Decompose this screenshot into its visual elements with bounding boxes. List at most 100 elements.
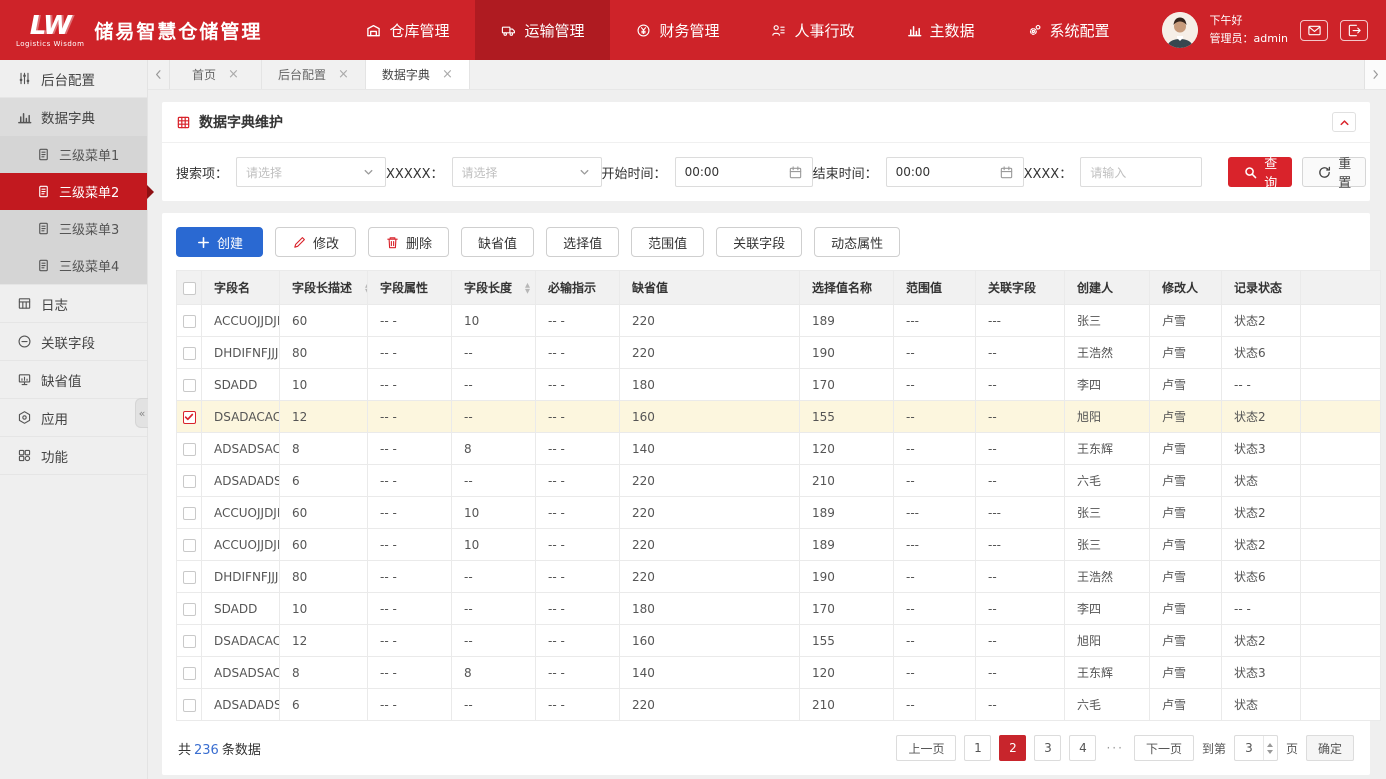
panel-collapse-button[interactable] [1332, 112, 1356, 132]
row-checkbox[interactable] [183, 539, 196, 552]
tab-2[interactable]: 数据字典× [366, 60, 470, 89]
column-header-1[interactable]: 字段长描述▲▼ [280, 271, 368, 305]
column-header-3[interactable]: 字段长度▲▼ [452, 271, 536, 305]
table-cell-filler [1301, 337, 1381, 369]
sidebar-item-3[interactable]: 关联字段 [0, 323, 147, 361]
row-checkbox[interactable] [183, 315, 196, 328]
table-cell: 10 [280, 593, 368, 625]
nav-item-1[interactable]: 运输管理 [475, 0, 610, 60]
table-row-0[interactable]: ACCUOJJDJN60-- -10-- -220189------张三卢雪状态… [177, 305, 1381, 337]
nav-item-3[interactable]: 人事行政 [745, 0, 880, 60]
filter-time-3[interactable]: 00:00 [886, 157, 1024, 187]
row-checkbox[interactable] [183, 411, 196, 424]
select-all-checkbox[interactable] [183, 282, 196, 295]
sidebar-item-6[interactable]: 功能 [0, 437, 147, 475]
tab-scroll-right[interactable] [1364, 60, 1386, 89]
row-checkbox[interactable] [183, 635, 196, 648]
mail-button[interactable] [1300, 20, 1328, 41]
tab-1[interactable]: 后台配置× [262, 60, 366, 89]
toolbar-button-6[interactable]: 关联字段 [716, 227, 802, 257]
filter-select-1[interactable]: 请选择 [452, 157, 602, 187]
table-row-10[interactable]: DSADACAC12-- ----- -160155----旭阳卢雪状态2 [177, 625, 1381, 657]
reset-button[interactable]: 重置 [1302, 157, 1366, 187]
table-cell: 10 [280, 369, 368, 401]
table-cell: 210 [800, 689, 894, 721]
sidebar-subitem-2[interactable]: 三级菜单3 [0, 210, 147, 247]
page-button-2[interactable]: 2 [999, 735, 1026, 761]
nav-item-5[interactable]: 系统配置 [1001, 0, 1136, 60]
sidebar-item-4[interactable]: 缺省值 [0, 361, 147, 399]
sidebar-item-2[interactable]: 日志 [0, 285, 147, 323]
page-button-4[interactable]: 4 [1069, 735, 1096, 761]
toolbar-button-7[interactable]: 动态属性 [814, 227, 900, 257]
toolbar-button-2[interactable]: 删除 [368, 227, 449, 257]
sidebar-collapse-handle[interactable]: « [135, 398, 148, 428]
sidebar-item-5[interactable]: 应用 [0, 399, 147, 437]
table-cell: 卢雪 [1150, 337, 1222, 369]
table-row-1[interactable]: DHDIFNFJJJ80-- ----- -220190----王浩然卢雪状态6 [177, 337, 1381, 369]
toolbar-button-5[interactable]: 范围值 [631, 227, 704, 257]
sidebar-subitem-3[interactable]: 三级菜单4 [0, 247, 147, 284]
prev-page-button[interactable]: 上一页 [896, 735, 956, 761]
sidebar-subitem-1[interactable]: 三级菜单2 [0, 173, 147, 210]
toolbar-button-4[interactable]: 选择值 [546, 227, 619, 257]
close-icon[interactable]: × [442, 68, 453, 81]
table-row-5[interactable]: ADSADADS6-- ----- -220210----六毛卢雪状态 [177, 465, 1381, 497]
filter-select-0[interactable]: 请选择 [236, 157, 386, 187]
search-button[interactable]: 查询 [1228, 157, 1292, 187]
close-icon[interactable]: × [228, 68, 239, 81]
row-checkbox[interactable] [183, 443, 196, 456]
nav-item-2[interactable]: 财务管理 [610, 0, 745, 60]
table-row-7[interactable]: ACCUOJJDJN60-- -10-- -220189------张三卢雪状态… [177, 529, 1381, 561]
table-row-4[interactable]: ADSADSAC8-- -8-- -140120----王东辉卢雪状态3 [177, 433, 1381, 465]
row-checkbox[interactable] [183, 571, 196, 584]
row-checkbox[interactable] [183, 667, 196, 680]
confirm-page-button[interactable]: 确定 [1306, 735, 1354, 761]
table-row-11[interactable]: ADSADSAC8-- -8-- -140120----王东辉卢雪状态3 [177, 657, 1381, 689]
table-row-6[interactable]: ACCUOJJDJN60-- -10-- -220189------张三卢雪状态… [177, 497, 1381, 529]
toolbar-button-1[interactable]: 修改 [275, 227, 356, 257]
tab-scroll-left[interactable] [148, 60, 170, 89]
table-cell: 六毛 [1065, 689, 1150, 721]
sidebar-item-1[interactable]: 数据字典 [0, 98, 147, 136]
filter-time-2[interactable]: 00:00 [675, 157, 813, 187]
table-cell: -- - [368, 529, 452, 561]
tab-0[interactable]: 首页× [170, 60, 262, 89]
page-button-3[interactable]: 3 [1034, 735, 1061, 761]
sidebar-subitem-0[interactable]: 三级菜单1 [0, 136, 147, 173]
goto-page-spinner[interactable]: 3 [1234, 735, 1278, 761]
filter-item-3: 结束时间：00:00 [813, 157, 1024, 187]
truck-icon [501, 23, 516, 38]
table-row-9[interactable]: SDADD10-- ----- -180170----李四卢雪-- - [177, 593, 1381, 625]
row-checkbox[interactable] [183, 475, 196, 488]
avatar[interactable] [1162, 12, 1198, 48]
tab-list: 首页×后台配置×数据字典× [170, 60, 470, 89]
table-cell: -- - [1222, 369, 1301, 401]
row-checkbox[interactable] [183, 379, 196, 392]
row-checkbox[interactable] [183, 699, 196, 712]
table-cell: -- - [536, 529, 620, 561]
page-button-1[interactable]: 1 [964, 735, 991, 761]
row-checkbox[interactable] [183, 347, 196, 360]
toolbar-button-0[interactable]: 创建 [176, 227, 263, 257]
table-cell: 220 [620, 529, 800, 561]
filter-input-4[interactable]: 请输入 [1080, 157, 1202, 187]
table-row-3[interactable]: DSADACAC12-- ----- -160155----旭阳卢雪状态2 [177, 401, 1381, 433]
nav-item-4[interactable]: 主数据 [881, 0, 1001, 60]
table-cell: 8 [452, 657, 536, 689]
close-icon[interactable]: × [338, 68, 349, 81]
sidebar-item-0[interactable]: 后台配置 [0, 60, 147, 98]
nav-item-0[interactable]: 仓库管理 [340, 0, 475, 60]
table-row-12[interactable]: ADSADADS6-- ----- -220210----六毛卢雪状态 [177, 689, 1381, 721]
sort-icon[interactable]: ▲▼ [525, 283, 530, 294]
row-checkbox[interactable] [183, 603, 196, 616]
apps-icon [17, 448, 32, 463]
toolbar-button-3[interactable]: 缺省值 [461, 227, 534, 257]
row-checkbox[interactable] [183, 507, 196, 520]
logout-button[interactable] [1340, 20, 1368, 41]
next-page-button[interactable]: 下一页 [1134, 735, 1194, 761]
table-row-8[interactable]: DHDIFNFJJJ80-- ----- -220190----王浩然卢雪状态6 [177, 561, 1381, 593]
link-icon [17, 334, 32, 349]
table-cell: -- - [536, 625, 620, 657]
table-row-2[interactable]: SDADD10-- ----- -180170----李四卢雪-- - [177, 369, 1381, 401]
